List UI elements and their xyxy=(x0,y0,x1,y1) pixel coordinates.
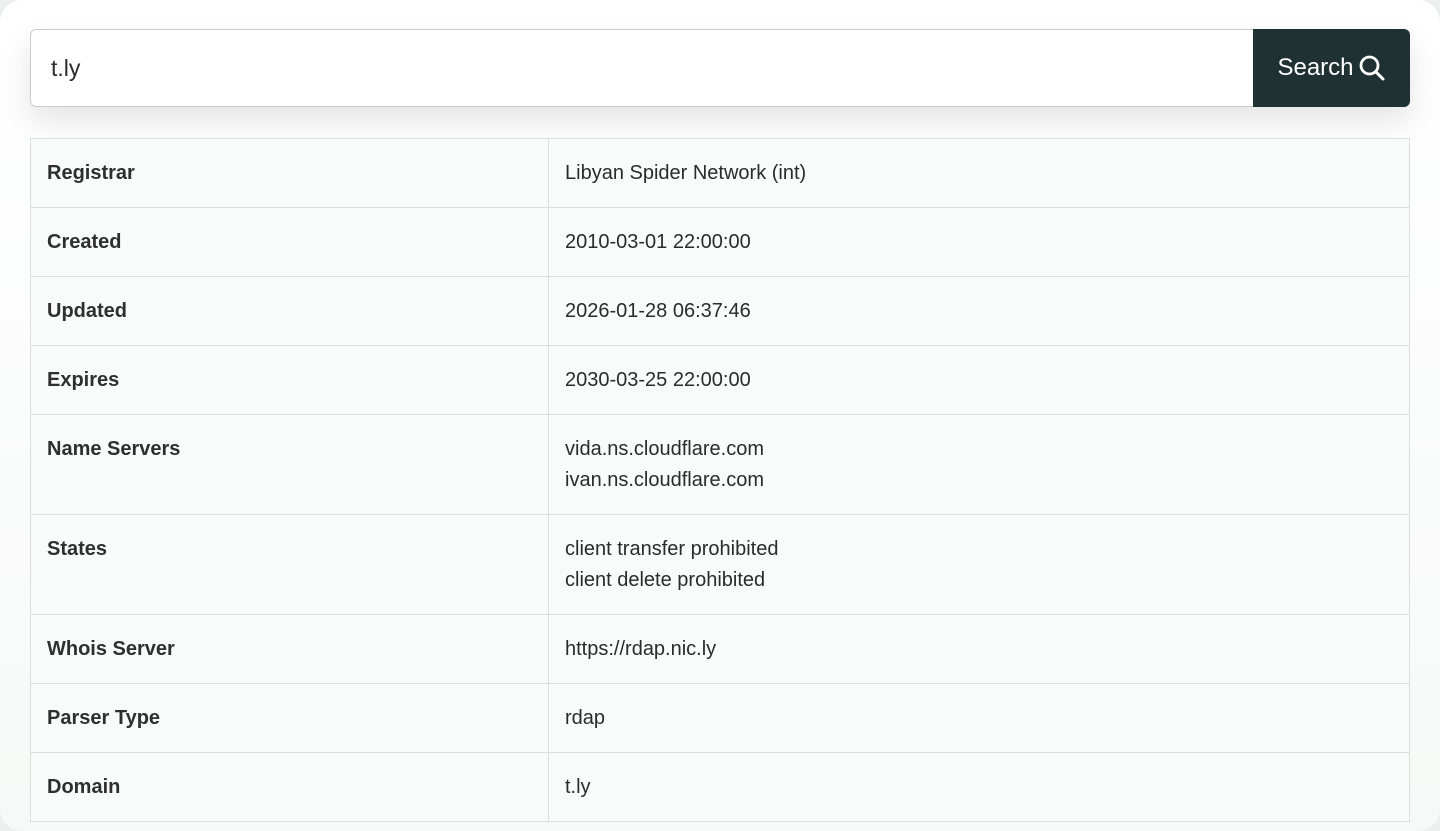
table-row: Expires 2030-03-25 22:00:00 xyxy=(30,345,1410,415)
row-key-updated: Updated xyxy=(30,276,549,346)
value-line: 2026-01-28 06:37:46 xyxy=(565,300,751,322)
value-line: vida.ns.cloudflare.com xyxy=(565,438,764,460)
value-line: client transfer prohibited xyxy=(565,538,779,560)
whois-card: Search Registrar Libyan Spider Network (… xyxy=(0,0,1440,831)
value-line: https://rdap.nic.ly xyxy=(565,638,717,660)
value-line: rdap xyxy=(565,707,606,729)
row-value-updated: 2026-01-28 06:37:46 xyxy=(548,276,1410,346)
search-icon xyxy=(1358,54,1386,82)
whois-table-body: Registrar Libyan Spider Network (int) Cr… xyxy=(30,138,1410,822)
row-value-expires: 2030-03-25 22:00:00 xyxy=(548,345,1410,415)
row-key-domain: Domain xyxy=(30,752,549,822)
table-row: Updated 2026-01-28 06:37:46 xyxy=(30,276,1410,346)
row-key-parser-type: Parser Type xyxy=(30,683,549,753)
row-key-states: States xyxy=(30,514,549,615)
table-row: Parser Type rdap xyxy=(30,683,1410,753)
row-key-whois-server: Whois Server xyxy=(30,614,549,684)
table-row: Name Servers vida.ns.cloudflare.com ivan… xyxy=(30,414,1410,515)
value-line: 2030-03-25 22:00:00 xyxy=(565,369,751,391)
row-key-registrar: Registrar xyxy=(30,138,549,208)
row-key-name-servers: Name Servers xyxy=(30,414,549,515)
row-value-created: 2010-03-01 22:00:00 xyxy=(548,207,1410,277)
value-line: 2010-03-01 22:00:00 xyxy=(565,231,751,253)
value-line: Libyan Spider Network (int) xyxy=(565,162,807,184)
search-button-label: Search xyxy=(1277,54,1354,81)
table-row: Domain t.ly xyxy=(30,752,1410,822)
row-value-registrar: Libyan Spider Network (int) xyxy=(548,138,1410,208)
row-value-domain: t.ly xyxy=(548,752,1410,822)
row-value-name-servers: vida.ns.cloudflare.com ivan.ns.cloudflar… xyxy=(548,414,1410,515)
search-button[interactable]: Search xyxy=(1253,29,1410,107)
table-row: Whois Server https://rdap.nic.ly xyxy=(30,614,1410,684)
table-row: Registrar Libyan Spider Network (int) xyxy=(30,138,1410,208)
row-key-created: Created xyxy=(30,207,549,277)
row-key-expires: Expires xyxy=(30,345,549,415)
table-row: Created 2010-03-01 22:00:00 xyxy=(30,207,1410,277)
search-bar: Search xyxy=(30,29,1410,107)
table-row: States client transfer prohibited client… xyxy=(30,514,1410,615)
domain-search-input[interactable] xyxy=(30,29,1253,107)
row-value-parser-type: rdap xyxy=(548,683,1410,753)
value-line: ivan.ns.cloudflare.com xyxy=(565,469,764,491)
row-value-states: client transfer prohibited client delete… xyxy=(548,514,1410,615)
value-line: client delete prohibited xyxy=(565,569,766,591)
value-line: t.ly xyxy=(565,776,591,798)
whois-results-table: Registrar Libyan Spider Network (int) Cr… xyxy=(30,138,1410,822)
row-value-whois-server: https://rdap.nic.ly xyxy=(548,614,1410,684)
